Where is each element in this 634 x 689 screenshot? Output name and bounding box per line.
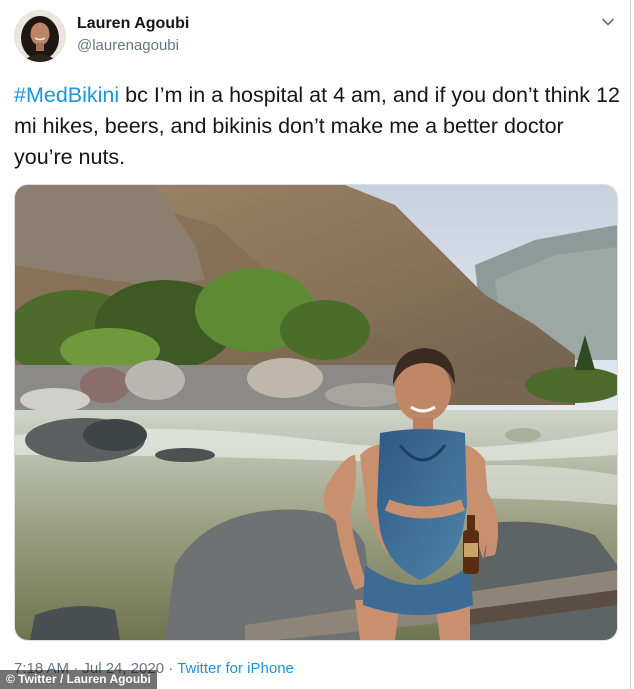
tweet-photo[interactable]: [14, 184, 618, 641]
hashtag-link[interactable]: #MedBikini: [14, 83, 119, 107]
meta-separator: ·: [164, 660, 178, 677]
user-handle[interactable]: @laurenagoubi: [77, 37, 179, 54]
chevron-down-icon[interactable]: [600, 14, 616, 30]
display-name[interactable]: Lauren Agoubi: [77, 15, 189, 33]
tweet-text: #MedBikini bc I’m in a hospital at 4 am,…: [14, 80, 622, 173]
avatar[interactable]: [14, 10, 66, 62]
photo-credit: © Twitter / Lauren Agoubi: [0, 670, 157, 689]
tweet-card: Lauren Agoubi @laurenagoubi #MedBikini b…: [0, 0, 634, 689]
source-link[interactable]: Twitter for iPhone: [177, 660, 294, 677]
right-border: [630, 0, 631, 689]
